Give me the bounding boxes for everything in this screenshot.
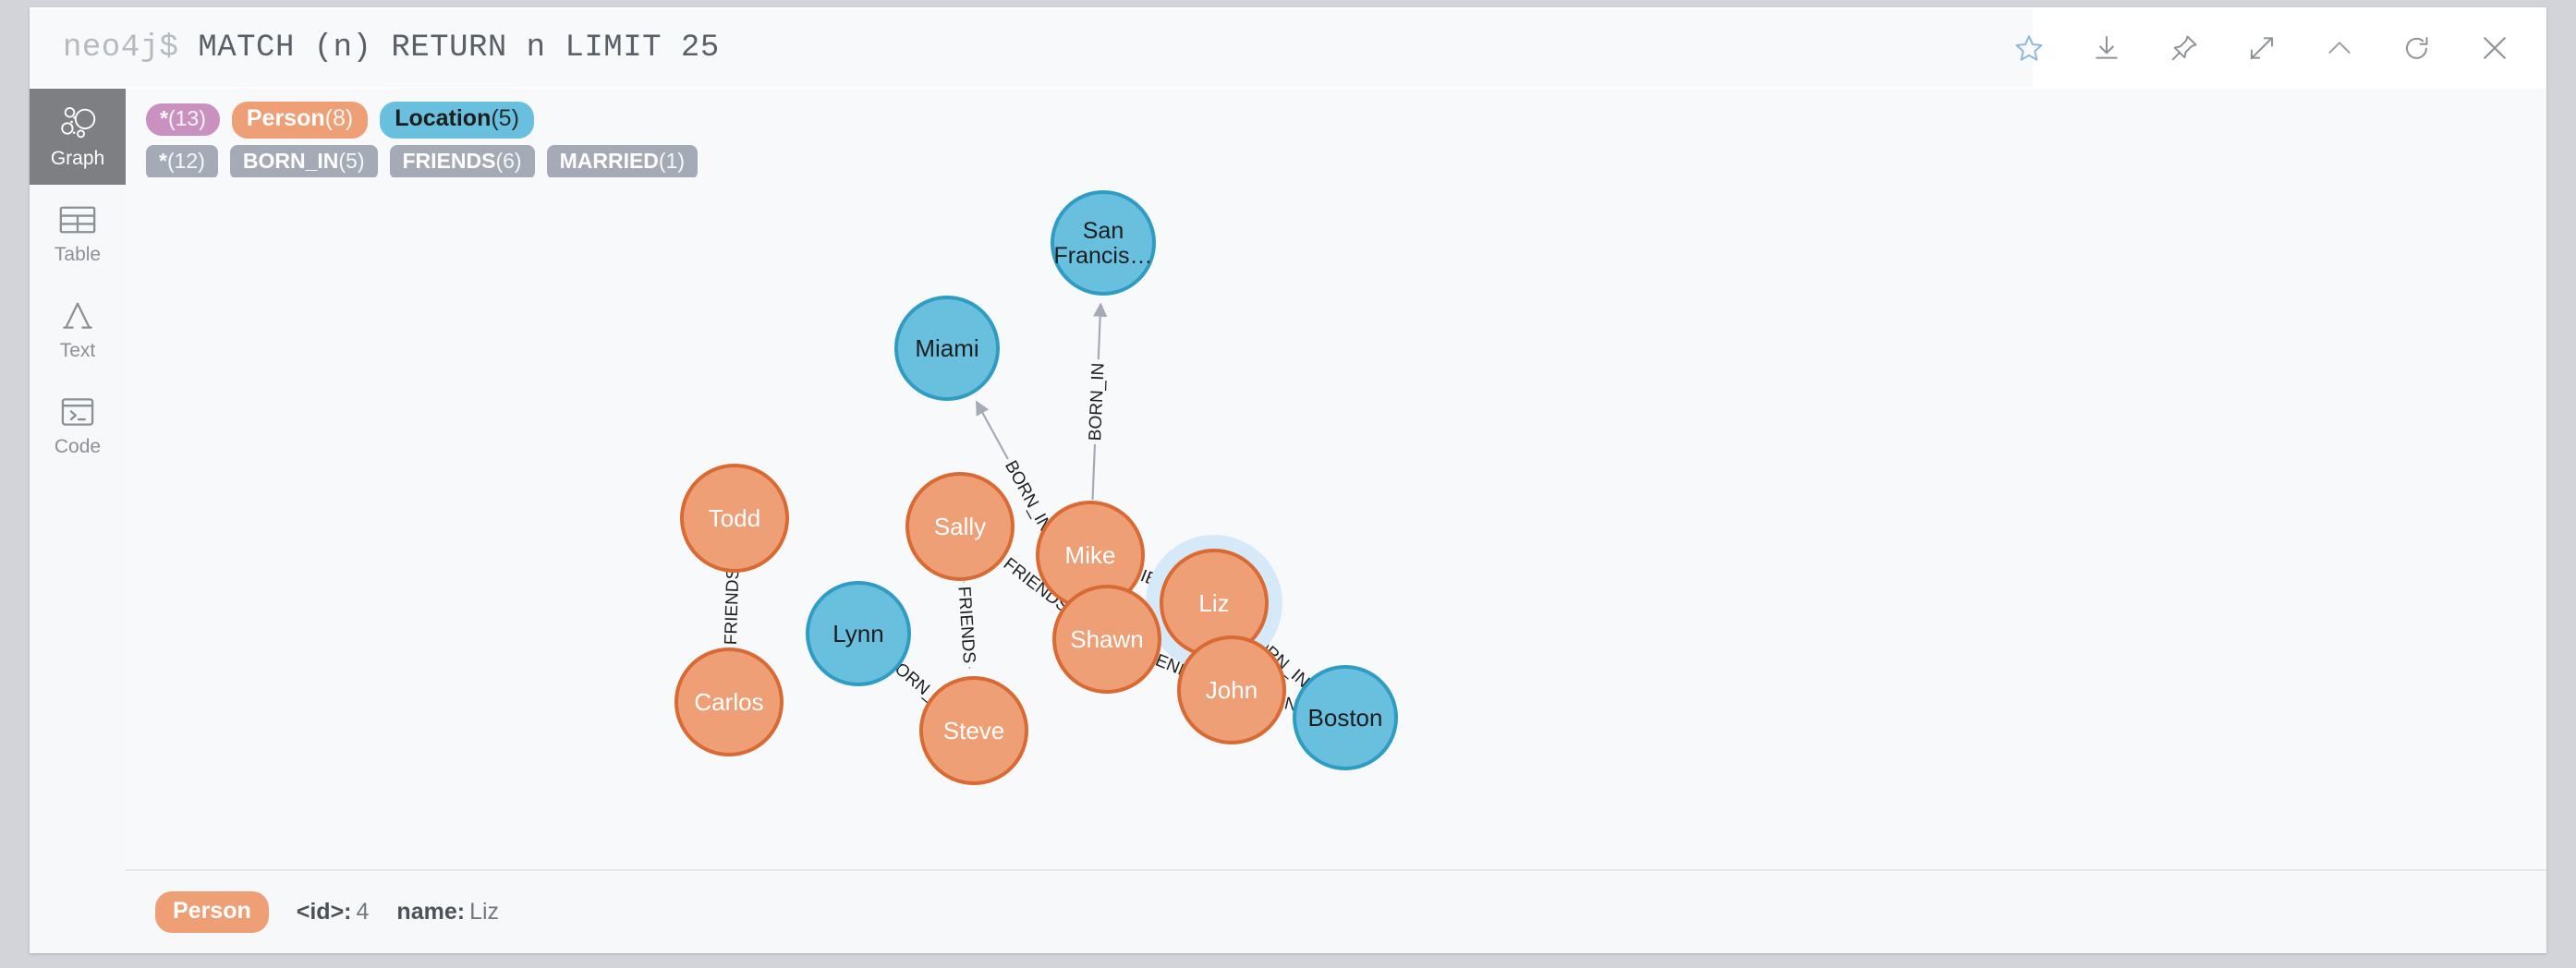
property-value: 4 bbox=[356, 899, 370, 925]
graph-node-john[interactable]: John bbox=[1177, 635, 1286, 744]
node-circle[interactable] bbox=[806, 581, 911, 686]
node-circle[interactable] bbox=[919, 676, 1028, 785]
sidebar-item-graph[interactable]: Graph bbox=[30, 89, 126, 185]
edge-label-group: FRIENDS bbox=[718, 563, 744, 649]
sidebar-item-label: Code bbox=[54, 436, 102, 457]
status-left-gutter bbox=[30, 869, 126, 953]
edge-label-group: BORN_IN bbox=[1082, 358, 1109, 445]
text-icon bbox=[57, 297, 98, 334]
query-text: MATCH (n) RETURN n LIMIT 25 bbox=[198, 30, 720, 66]
status-badge[interactable]: Person bbox=[155, 891, 269, 933]
graph-legend: * (13) Person (8) Location (5) * (12) BORN_I… bbox=[126, 89, 2546, 179]
expand-icon[interactable] bbox=[2242, 28, 2282, 68]
node-circle[interactable] bbox=[680, 464, 789, 573]
view-sidebar: Graph Table Text Code bbox=[30, 89, 126, 869]
node-circle[interactable] bbox=[1051, 190, 1156, 296]
graph-node-san_francisco[interactable]: SanFrancis… bbox=[1051, 190, 1156, 296]
neo4j-browser-result-frame: neo4j$ MATCH (n) RETURN n LIMIT 25 Graph… bbox=[30, 7, 2546, 953]
node-circle[interactable] bbox=[894, 296, 1000, 401]
query-prompt: neo4j$ bbox=[63, 30, 199, 66]
table-icon bbox=[57, 201, 98, 238]
graph-node-lynn[interactable]: Lynn bbox=[806, 581, 911, 686]
edge-label-backdrop bbox=[954, 581, 982, 669]
download-icon[interactable] bbox=[2086, 28, 2127, 68]
graph-node-steve[interactable]: Steve bbox=[919, 676, 1028, 785]
pin-icon[interactable] bbox=[2164, 28, 2205, 68]
node-circle[interactable] bbox=[674, 647, 784, 756]
query-input[interactable]: neo4j$ MATCH (n) RETURN n LIMIT 25 bbox=[30, 9, 2033, 87]
sidebar-item-label: Table bbox=[54, 244, 102, 265]
node-circle[interactable] bbox=[1177, 635, 1286, 744]
graph-node-shawn[interactable]: Shawn bbox=[1052, 585, 1161, 694]
node-label-chip-row: * (13) Person (8) Location (5) bbox=[146, 102, 2546, 139]
graph-node-sally[interactable]: Sally bbox=[905, 472, 1015, 581]
property-value: Liz bbox=[469, 899, 500, 925]
node-circle[interactable] bbox=[905, 472, 1015, 581]
close-icon[interactable] bbox=[2474, 28, 2515, 68]
frame-toolbar bbox=[2009, 7, 2530, 89]
relationship-type-chip-row: * (12) BORN_IN (5) FRIENDS (6) MARRIED (1) bbox=[146, 144, 2546, 179]
collapse-chevron-up-icon[interactable] bbox=[2319, 28, 2360, 68]
property-name: name: Liz bbox=[396, 899, 499, 926]
graph-node-boston[interactable]: Boston bbox=[1293, 665, 1398, 770]
sidebar-item-label: Text bbox=[59, 340, 96, 361]
legend-chip-all-relationships[interactable]: * (12) bbox=[146, 144, 218, 179]
sidebar-item-table[interactable]: Table bbox=[30, 185, 126, 281]
legend-chip-person[interactable]: Person (8) bbox=[231, 102, 369, 139]
property-key: <id>: bbox=[296, 899, 352, 925]
edge-label-backdrop bbox=[718, 563, 744, 649]
code-icon bbox=[57, 393, 98, 430]
editor-bar: neo4j$ MATCH (n) RETURN n LIMIT 25 bbox=[30, 7, 2546, 89]
selected-item-inspector: Person <id>: 4 name: Liz bbox=[126, 869, 2546, 953]
node-circle[interactable] bbox=[1293, 665, 1398, 770]
legend-chip-all-nodes[interactable]: * (13) bbox=[146, 103, 220, 137]
legend-chip-location[interactable]: Location (5) bbox=[380, 102, 534, 139]
refresh-icon[interactable] bbox=[2397, 28, 2437, 68]
node-circle[interactable] bbox=[1052, 585, 1161, 694]
graph-icon bbox=[57, 105, 98, 142]
edge-label-group: FRIENDS bbox=[954, 581, 982, 669]
sidebar-item-text[interactable]: Text bbox=[30, 281, 126, 377]
graph-node-miami[interactable]: Miami bbox=[894, 296, 1000, 401]
sidebar-item-label: Graph bbox=[50, 148, 105, 169]
property-key: name: bbox=[396, 899, 466, 925]
legend-chip-married[interactable]: MARRIED (1) bbox=[546, 144, 699, 179]
graph-visualization[interactable]: BORN_INBORN_INFRIENDSFRIENDSFRIENDSFRIEN… bbox=[126, 177, 2546, 869]
edge-label-backdrop bbox=[1082, 358, 1109, 445]
graph-canvas[interactable]: BORN_IN BORN_IN FRIENDS FRIENDS FRIENDS FRIEN… bbox=[126, 177, 2546, 869]
property-id: <id>: 4 bbox=[297, 899, 370, 926]
legend-chip-friends[interactable]: FRIENDS (6) bbox=[389, 144, 535, 179]
sidebar-item-code[interactable]: Code bbox=[30, 377, 126, 473]
graph-node-carlos[interactable]: Carlos bbox=[674, 647, 784, 756]
graph-node-todd[interactable]: Todd bbox=[680, 464, 789, 573]
favorite-star-icon[interactable] bbox=[2009, 28, 2049, 68]
legend-chip-born-in[interactable]: BORN_IN (5) bbox=[229, 144, 378, 179]
